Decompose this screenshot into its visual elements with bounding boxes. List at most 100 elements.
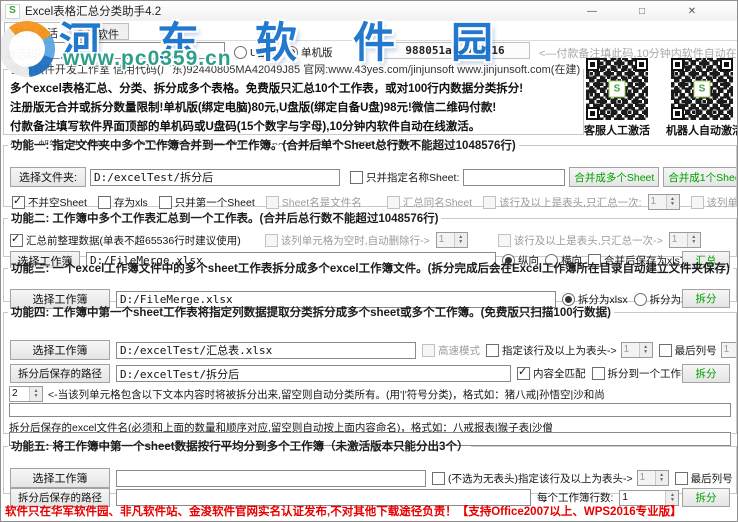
func5-legend: 功能五: 将工作簿中第一个sheet数据按行平均分到多个工作簿（未激活版本只能分…: [8, 438, 471, 454]
func2-group: 功能二: 工作簿中多个工作表汇总到一个工作表。(合并后总行数不能超过104857…: [3, 210, 737, 257]
standalone-version-radio[interactable]: 单机版: [285, 45, 333, 60]
func5-select-workbook-button[interactable]: 选择工作簿: [10, 468, 110, 488]
machine-code-field[interactable]: 988051a8add5516: [380, 42, 530, 59]
func2-header-rows-spinner[interactable]: 1: [669, 232, 701, 248]
tab-company-software[interactable]: 金浚软件: [65, 23, 129, 40]
close-button[interactable]: ✕: [674, 1, 710, 21]
checkbox-icon: [98, 196, 111, 209]
func1-sheet-name-is-filename-checkbox[interactable]: Sheet名是文件名: [266, 195, 362, 210]
qr-robot-cell: S 机器人自动激活: [666, 58, 738, 138]
qr-finder-pattern: [671, 107, 684, 120]
checkbox-icon: [691, 196, 704, 209]
checkbox-icon: [483, 196, 496, 209]
func1-header-rows-spinner[interactable]: 1: [648, 194, 680, 210]
qr-code-customer-service-image: S: [586, 58, 648, 120]
spinner-arrows-icon[interactable]: [639, 343, 652, 357]
func4-save-path-input[interactable]: [116, 365, 511, 382]
checkbox-icon: [659, 344, 672, 357]
func4-keywords-input[interactable]: [9, 403, 731, 417]
qr-customer-service-cell: S 客服人工激活: [581, 58, 653, 138]
func4-column-hint: <-当该列单元格包含以下文本内容时将被拆分出来,留空则自动分类所有。(用'|'符…: [48, 387, 605, 402]
spinner-value: 1: [722, 343, 736, 357]
activation-code-input[interactable]: [39, 42, 225, 59]
func4-last-col-label: 最后列号: [675, 343, 717, 358]
spinner-value: 1: [649, 195, 666, 209]
spinner-arrows-icon[interactable]: [687, 233, 700, 247]
func5-workbook-path-input[interactable]: [116, 470, 426, 487]
func2-tidy-data-label: 汇总前整理数据(单表不超65536行时建议使用): [26, 233, 241, 248]
func4-fast-mode-label: 高速模式: [438, 343, 480, 358]
func4-split-column-spinner[interactable]: 2: [9, 386, 43, 402]
spinner-value: 1: [622, 343, 639, 357]
func3-legend: 功能三: 一个excel工作簿文件中的多个sheet工作表拆分成多个excel工…: [8, 260, 733, 276]
spinner-arrows-icon[interactable]: [29, 387, 42, 401]
qr-finder-pattern: [586, 58, 599, 71]
func1-named-sheet-input[interactable]: [463, 169, 565, 186]
func1-legend: 功能一: 指定文件夹中多个工作簿合并到一个工作簿。(合并后单个Sheet总行数不…: [8, 137, 519, 153]
func4-fast-mode-checkbox[interactable]: 高速模式: [422, 343, 480, 358]
func4-full-match-checkbox[interactable]: 内容全匹配: [517, 366, 586, 381]
func5-last-col-checkbox[interactable]: 最后列号: [675, 471, 733, 486]
checkbox-icon: [266, 196, 279, 209]
maximize-button[interactable]: □: [624, 1, 660, 21]
func2-header-once-label: 该行及以上是表头,只汇总一次->: [514, 233, 663, 248]
minimize-button[interactable]: —: [574, 1, 610, 21]
func1-folder-path-input[interactable]: [90, 169, 340, 186]
qr-robot-label: 机器人自动激活: [666, 122, 738, 138]
func4-header-rows-label: 指定该行及以上为表头->: [502, 343, 617, 358]
func1-skip-empty-sheet-checkbox[interactable]: 不并空Sheet: [12, 195, 87, 210]
func1-first-sheet-only-checkbox[interactable]: 只并第一个Sheet: [159, 195, 255, 210]
func2-tidy-data-checkbox[interactable]: 汇总前整理数据(单表不超65536行时建议使用): [10, 233, 241, 248]
usb-version-radio[interactable]: U盘版: [234, 45, 279, 60]
func1-header-once-checkbox[interactable]: 该行及以上是表头,只汇总一次:: [483, 195, 641, 210]
func4-save-path-button[interactable]: 拆分后保存的路径: [10, 364, 110, 383]
checkbox-icon: [12, 196, 25, 209]
checkbox-icon: [265, 234, 278, 247]
info-line-1: 多个excel表格汇总、分类、拆分成多个表格。免费版只汇总10个工作表，或对10…: [10, 80, 577, 96]
func5-header-rows-label: (不选为无表头)指定该行及以上为表头->: [448, 471, 633, 486]
company-info-legend: 金浚软件开发工作室 信用代码(广东)92440805MA42049J85 官网:…: [8, 61, 583, 77]
checkbox-icon: [675, 472, 688, 485]
func3-group: 功能三: 一个excel工作簿文件中的多个sheet工作表拆分成多个excel工…: [3, 260, 737, 302]
func5-header-rows-spinner[interactable]: 1: [637, 470, 669, 486]
info-line-3: 付款备注填写软件界面顶部的单机码或U盘码(15个数字与字母),10分钟内软件自动…: [10, 118, 577, 134]
company-info-group: 金浚软件开发工作室 信用代码(广东)92440805MA42049J85 官网:…: [3, 61, 584, 135]
func2-delete-col-spinner[interactable]: 1: [436, 232, 468, 248]
func5-split-button[interactable]: 拆分: [682, 488, 730, 507]
func1-merge-to-multi-sheet-button[interactable]: 合并成多个Sheet: [569, 167, 659, 187]
func1-save-as-xls-checkbox[interactable]: 存为xls: [98, 195, 148, 210]
func4-last-col-spinner[interactable]: 1: [721, 342, 736, 358]
func2-header-once-checkbox[interactable]: 该行及以上是表头,只汇总一次->: [498, 233, 663, 248]
app-icon: S: [5, 4, 20, 19]
func1-merge-to-one-sheet-button[interactable]: 合并成1个Sheet: [663, 167, 736, 187]
checkbox-icon: [498, 234, 511, 247]
spinner-value: 1: [437, 233, 454, 247]
checkbox-icon: [387, 196, 400, 209]
func2-delete-empty-row-checkbox[interactable]: 该列单元格为空时,自动删除行->: [265, 233, 430, 248]
tab-software-activation[interactable]: 软件激活: [4, 22, 68, 41]
func4-select-workbook-button[interactable]: 选择工作簿: [10, 340, 110, 360]
func4-workbook-path-input[interactable]: [116, 342, 416, 359]
spinner-arrows-icon[interactable]: [655, 471, 668, 485]
func1-only-named-sheet-checkbox[interactable]: 只并指定名称Sheet:: [350, 170, 459, 185]
func4-last-col-checkbox[interactable]: 最后列号: [659, 343, 717, 358]
spinner-arrows-icon[interactable]: [666, 195, 679, 209]
func1-delete-empty-row-checkbox[interactable]: 该列单元格为空时,自动删除行:: [691, 195, 737, 210]
activation-code-label: 激活码:: [5, 46, 41, 62]
func4-header-rows-checkbox[interactable]: 指定该行及以上为表头->: [486, 343, 617, 358]
func1-merge-same-name-sheet-checkbox[interactable]: 汇总同名Sheet: [387, 195, 472, 210]
close-icon: ✕: [688, 6, 696, 17]
func4-split-button[interactable]: 拆分: [682, 364, 730, 383]
spinner-value: 1: [638, 471, 655, 485]
checkbox-icon: [432, 472, 445, 485]
spinner-arrows-icon[interactable]: [454, 233, 467, 247]
func5-header-rows-checkbox[interactable]: (不选为无表头)指定该行及以上为表头->: [432, 471, 633, 486]
qr-center-logo-icon: S: [694, 81, 711, 98]
checkbox-icon: [486, 344, 499, 357]
release-notice: 软件只在华军软件园、非凡软件站、金浚软件官网实名认证发布,不对其他下载途径负责！…: [5, 503, 682, 519]
checkbox-icon: [350, 171, 363, 184]
func4-header-rows-spinner[interactable]: 1: [621, 342, 653, 358]
func1-sheet-name-is-filename-label: Sheet名是文件名: [282, 195, 362, 210]
func4-group: 功能四: 工作簿中第一个sheet工作表将指定列数据提取分类拆分成多个sheet…: [3, 304, 737, 434]
func1-select-folder-button[interactable]: 选择文件夹:: [10, 167, 86, 187]
